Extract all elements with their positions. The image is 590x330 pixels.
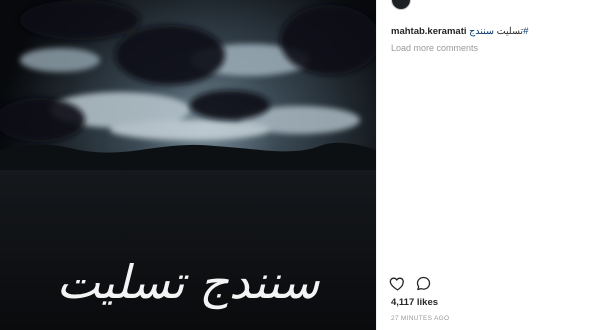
caption-username[interactable]: mahtab.keramati (391, 26, 467, 37)
caption-text: تسلیت (496, 26, 524, 37)
avatar[interactable] (391, 0, 411, 10)
comment-bubble-icon[interactable] (415, 275, 432, 292)
post-image: سنندج تسلیت (0, 0, 376, 330)
heart-icon[interactable] (389, 275, 406, 292)
post-timestamp: 27 MINUTES AGO (391, 315, 450, 322)
likes-count[interactable]: 4,117 likes (391, 297, 438, 308)
action-bar (389, 274, 432, 292)
dark-sky-artwork: سنندج تسلیت (0, 0, 376, 330)
post-side-panel: mahtab.keramati تسلیت سنندج# Load more c… (376, 0, 590, 330)
caption-comment: mahtab.keramati تسلیت سنندج# (391, 26, 528, 37)
overlay-calligraphy-text: سنندج تسلیت (57, 255, 320, 310)
load-more-comments-link[interactable]: Load more comments (391, 43, 478, 53)
